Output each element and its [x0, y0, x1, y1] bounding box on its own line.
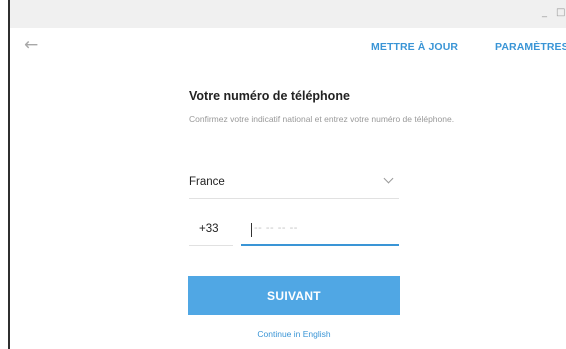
chevron-down-icon [383, 173, 394, 184]
phone-placeholder: -- -- -- -- [254, 222, 298, 234]
minimize-button[interactable]: _ [542, 7, 547, 19]
titlebar: _ □ [10, 0, 566, 28]
back-arrow-icon[interactable]: ← [24, 36, 42, 54]
phone-number-input[interactable]: -- -- -- -- [241, 216, 399, 246]
settings-link[interactable]: PARAMÈTRES [495, 41, 566, 53]
country-select[interactable]: France [189, 170, 399, 199]
page-title: Votre numéro de téléphone [189, 89, 350, 103]
country-code-value: +33 [199, 223, 219, 235]
maximize-button[interactable]: □ [556, 7, 565, 19]
next-button[interactable]: SUIVANT [188, 276, 400, 315]
continue-in-english-link[interactable]: Continue in English [188, 329, 400, 339]
text-caret [251, 223, 252, 237]
country-value: France [189, 176, 225, 188]
update-link[interactable]: METTRE À JOUR [371, 41, 458, 53]
page-subtitle: Confirmez votre indicatif national et en… [189, 114, 455, 124]
telegram-login-window: _ □ ← METTRE À JOUR PARAMÈTRES Votre num… [10, 0, 566, 349]
country-code-field[interactable]: +33 [189, 216, 233, 246]
